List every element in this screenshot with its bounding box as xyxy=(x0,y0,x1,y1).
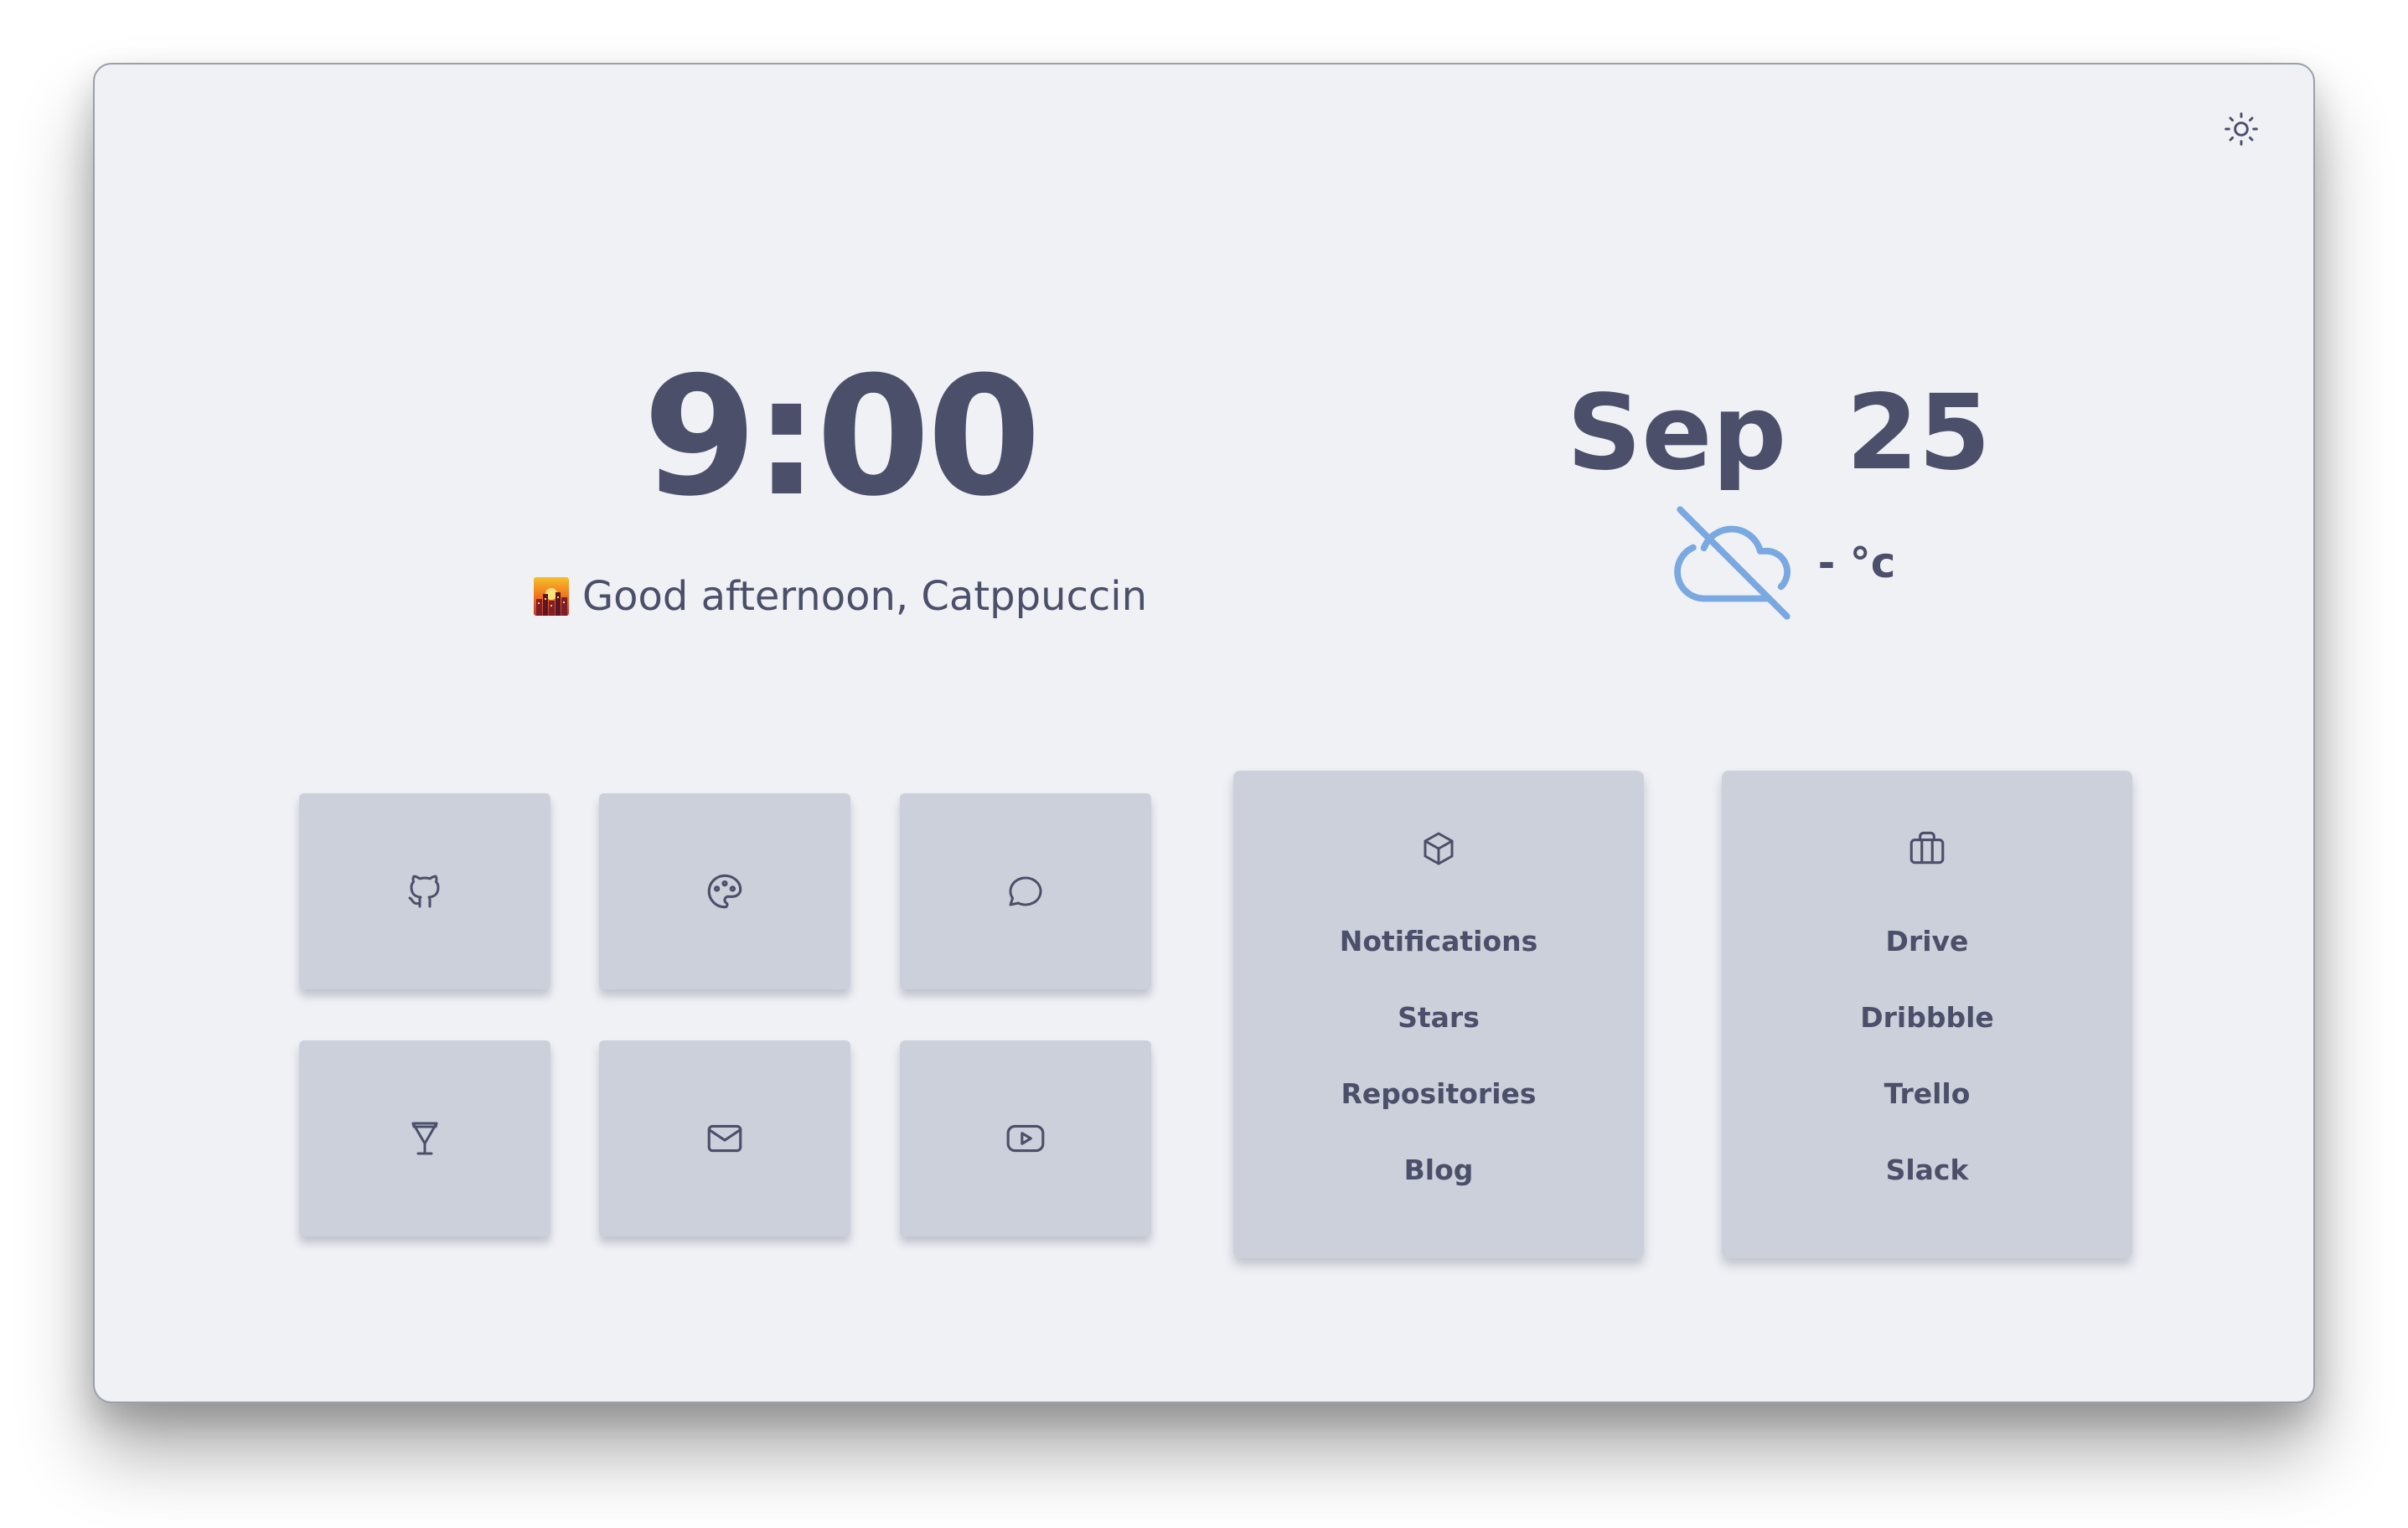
tile-cocktail[interactable] xyxy=(299,1040,550,1236)
tile-mail[interactable] xyxy=(599,1040,850,1236)
clock-time: 9:00 xyxy=(643,342,1041,533)
link-notifications[interactable]: Notifications xyxy=(1340,903,1538,979)
weather-temperature: - °c xyxy=(1817,539,1896,587)
card-icon-wrapper xyxy=(1418,828,1460,870)
martini-glass-icon xyxy=(411,1122,438,1155)
link-dribbble[interactable]: Dribbble xyxy=(1860,979,1994,1056)
card-icon-wrapper xyxy=(1906,828,1948,870)
greeting: Good afternoon, Catppuccin xyxy=(413,567,1268,626)
github-icon xyxy=(408,875,440,908)
tile-palette[interactable] xyxy=(599,793,850,989)
theme-toggle-button[interactable] xyxy=(2220,108,2262,150)
palette-icon xyxy=(707,874,742,909)
tile-github[interactable] xyxy=(299,793,550,989)
link-card-github: Notifications Stars Repositories Blog xyxy=(1233,771,1644,1258)
link-repositories[interactable]: Repositories xyxy=(1341,1056,1536,1132)
cloud-off-icon xyxy=(1673,506,1790,620)
link-blog[interactable]: Blog xyxy=(1404,1132,1474,1208)
link-drive[interactable]: Drive xyxy=(1886,903,1969,979)
card-links: Notifications Stars Repositories Blog xyxy=(1340,903,1538,1208)
startpage-window: 9:00 Good afternoon, Catppuccin Sep 25 -… xyxy=(93,63,2315,1403)
link-stars[interactable]: Stars xyxy=(1398,979,1480,1056)
chat-bubble-icon xyxy=(1009,876,1042,906)
weather-widget: - °c xyxy=(1569,483,1988,643)
tile-chat[interactable] xyxy=(900,793,1151,989)
link-trello[interactable]: Trello xyxy=(1884,1056,1971,1132)
briefcase-icon xyxy=(1909,831,1945,865)
youtube-icon xyxy=(1006,1124,1045,1153)
box-icon xyxy=(1424,832,1454,865)
link-card-work: Drive Dribbble Trello Slack xyxy=(1722,771,2132,1258)
tile-youtube[interactable] xyxy=(900,1040,1151,1236)
sun-icon xyxy=(2225,112,2258,146)
link-slack[interactable]: Slack xyxy=(1886,1132,1969,1208)
card-links: Drive Dribbble Trello Slack xyxy=(1860,903,1994,1208)
greeting-text: Good afternoon, Catppuccin xyxy=(581,573,1148,620)
cityscape-sunset-icon xyxy=(533,577,569,616)
mail-icon xyxy=(707,1124,742,1153)
